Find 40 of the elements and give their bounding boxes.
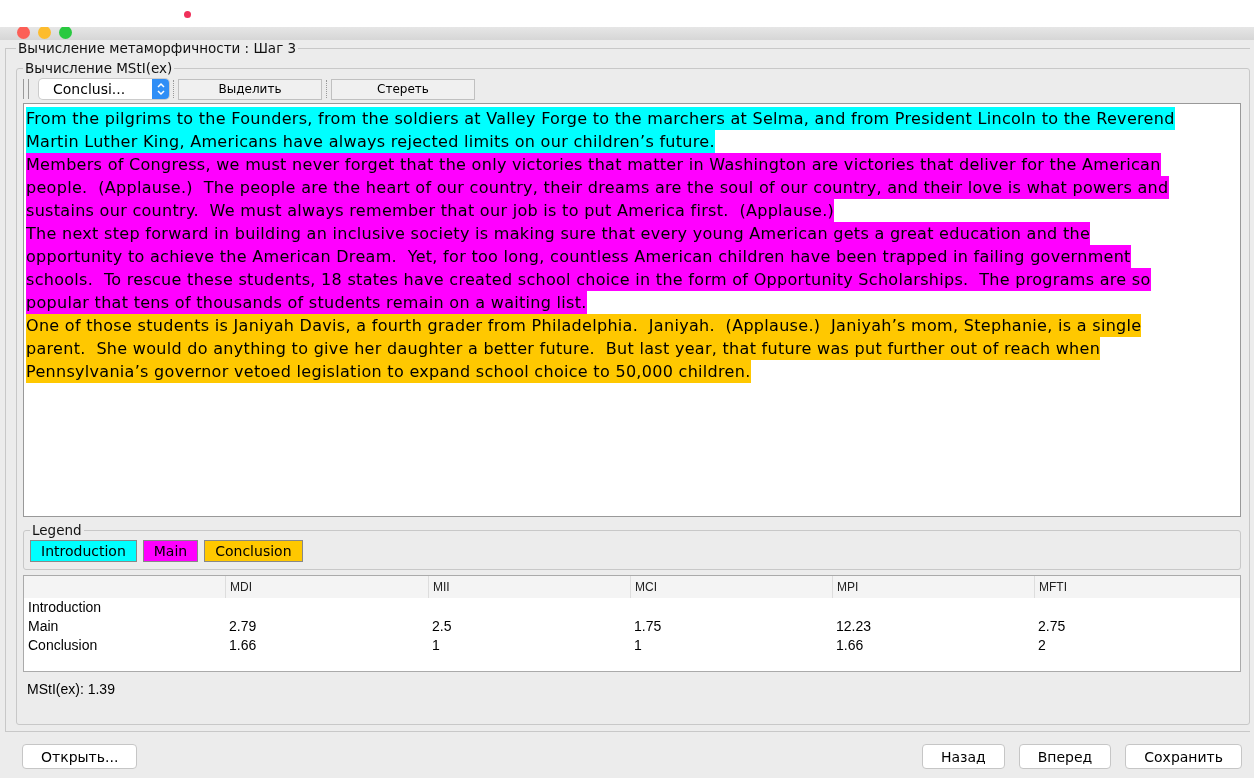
table-cell-text: 2 [1037,636,1047,655]
row-label: Conclusion [27,636,99,655]
table-cell-text: 1.66 [228,636,258,655]
column-header: MII [428,576,630,598]
zoom-icon[interactable] [59,27,72,39]
row-label: Main [27,617,60,636]
highlight-button[interactable]: Выделить [178,78,322,100]
minimize-icon[interactable] [38,27,51,39]
section-dropdown[interactable]: Conclusi... [39,79,169,99]
legend-title: Legend [31,522,83,538]
window-title: Вычисление метаморфичности : Шаг 3 [17,40,298,56]
table-cell-text: 2.5 [431,617,453,636]
toolbar-grip-icon[interactable] [23,79,29,99]
save-button[interactable]: Сохранить [1125,744,1242,769]
table-cell-text: 2.75 [1037,617,1067,636]
open-button[interactable]: Открыть... [22,744,138,769]
close-icon[interactable] [17,27,30,39]
forward-button[interactable]: Вперед [1018,744,1112,769]
separator-icon [173,80,174,98]
legend-item: Introduction [30,540,137,562]
table-cell-text: 1.75 [633,617,663,636]
stepper-icon [152,79,169,99]
row-label: Introduction [27,598,103,617]
table-cell-text: 2.79 [228,617,258,636]
panel-title: Вычисление MStI(ex) [24,60,174,76]
table-cell-text: 1 [431,636,441,655]
back-button[interactable]: Назад [921,744,1005,769]
text-area[interactable] [23,103,1241,517]
column-header: MCI [630,576,832,598]
legend-item: Main [142,540,199,562]
table-cell-text: 1 [633,636,643,655]
column-header: MPI [832,576,1034,598]
legend-item: Conclusion [204,540,303,562]
separator-icon [326,80,327,98]
result-label: MStI(ex): 1.39 [26,680,116,697]
erase-button[interactable]: Стереть [331,78,475,100]
column-header: MFTI [1034,576,1240,598]
table-cell-text: 1.66 [835,636,865,655]
table-cell-text: 12.23 [835,617,873,636]
column-header: MDI [225,576,428,598]
